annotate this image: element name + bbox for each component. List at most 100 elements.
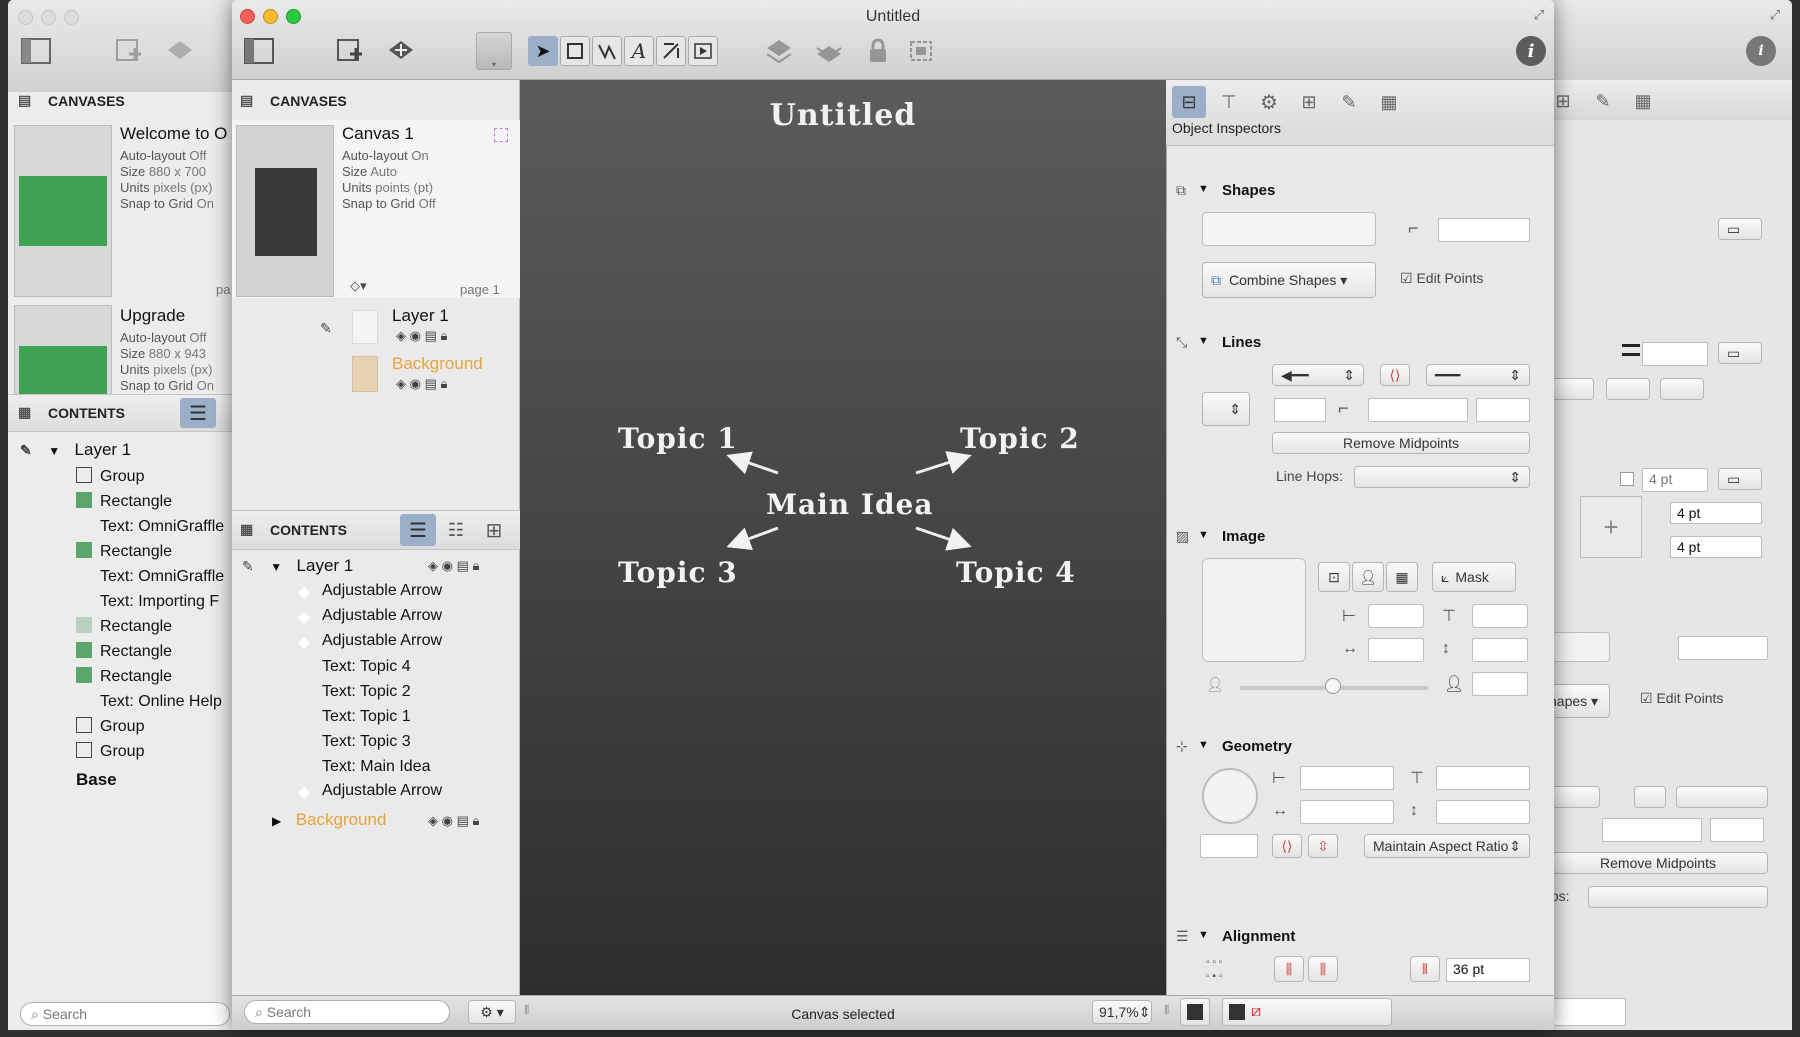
image-tile-button[interactable]: ▦ — [1386, 562, 1418, 592]
image-scale-field[interactable] — [1472, 672, 1528, 696]
shapes-disclosure-icon[interactable]: ▼ — [1198, 183, 1209, 195]
image-disclosure-icon[interactable]: ▼ — [1198, 529, 1209, 541]
contents-layer-row[interactable]: ✎ ▼ Layer 1 — [242, 556, 353, 576]
back-plus-box[interactable]: + — [1580, 496, 1642, 558]
back-list-view-icon[interactable]: ☰ — [180, 398, 216, 428]
list-view-button[interactable]: ☰ — [400, 514, 436, 546]
back-remove-midpoints-button[interactable]: Remove Midpoints — [1548, 852, 1768, 874]
contents-list-item[interactable]: ◆ Adjustable Arrow — [298, 632, 442, 651]
disclosure-triangle-icon[interactable]: ▼ — [48, 444, 60, 458]
background-layer-row[interactable]: ▶ Background — [272, 810, 386, 830]
back-shadow-checkbox[interactable] — [1620, 472, 1634, 486]
contents-list-item[interactable]: Text: Main Idea — [298, 757, 431, 776]
back-list-item[interactable]: Rectangle — [76, 642, 172, 661]
back-canvas-thumb-1[interactable] — [14, 125, 112, 297]
stroke-color-well[interactable]: ⧄ — [1222, 998, 1392, 1026]
inspector-resize-handle-icon[interactable]: ⦀ — [1164, 1003, 1169, 1018]
aspect-ratio-popup[interactable]: Maintain Aspect Ratio ⇕ — [1364, 834, 1530, 858]
back-canvas-thumb-2[interactable] — [14, 305, 112, 396]
back-list-item[interactable]: Rectangle — [76, 492, 172, 511]
back-list-item[interactable]: Text: OmniGraffle — [76, 517, 224, 536]
back-list-item[interactable]: Rectangle — [76, 667, 172, 686]
disclosure-triangle-icon[interactable]: ▶ — [272, 814, 281, 828]
shape-tool-icon[interactable] — [560, 36, 590, 66]
x-position-field[interactable] — [1300, 766, 1394, 790]
background-layer-controls[interactable]: ◈ ◉ ▤ 🔒︎ — [396, 376, 447, 392]
remove-midpoints-button[interactable]: Remove Midpoints — [1272, 432, 1530, 454]
arrow-to-topic-2[interactable] — [915, 451, 972, 475]
sidebar-action-gear-button[interactable]: ⚙ ▾ — [468, 1000, 516, 1024]
inspector-tab-grid-icon[interactable]: ▦ — [1372, 86, 1406, 118]
info-icon[interactable]: i — [1516, 36, 1546, 66]
back-field[interactable] — [1710, 818, 1764, 842]
disclosure-triangle-icon[interactable]: ▼ — [270, 560, 282, 574]
back-popup[interactable] — [1660, 378, 1704, 400]
contents-list-item[interactable]: Text: Topic 3 — [298, 732, 411, 751]
send-back-icon[interactable] — [812, 36, 846, 66]
topic-3-text[interactable]: Topic 3 — [618, 556, 738, 589]
arrow-to-topic-4[interactable] — [915, 526, 972, 551]
zoom-stepper[interactable]: 91,7% ⇕ — [1092, 1000, 1152, 1024]
rotation-dial[interactable] — [1202, 768, 1258, 824]
combine-shapes-button[interactable]: ⧉ Combine Shapes ▾ — [1202, 262, 1376, 298]
topic-4-text[interactable]: Topic 4 — [956, 556, 1076, 589]
corner-radius-field[interactable] — [1438, 218, 1530, 242]
line-tool-icon[interactable] — [592, 36, 622, 66]
layer-1-name[interactable]: Layer 1 — [392, 306, 449, 326]
back-stroke-style-popup[interactable]: ▭ — [1718, 342, 1762, 364]
back-popup[interactable] — [1634, 786, 1666, 808]
back-zoom-button[interactable] — [64, 10, 79, 25]
back-list-item[interactable]: Group — [76, 742, 144, 761]
arrow-to-topic-3[interactable] — [726, 526, 779, 551]
back-inspector-tab-icon[interactable]: ▦ — [1630, 88, 1656, 114]
distribute-horizontal-button[interactable]: ⫼ — [1274, 956, 1304, 982]
back-popup[interactable] — [1606, 378, 1650, 400]
fullscreen-icon[interactable]: ⤢ — [1530, 6, 1548, 24]
back-fullscreen-icon[interactable]: ⤢ — [1766, 6, 1784, 24]
image-stretch-button[interactable]: 👤︎ — [1352, 562, 1384, 592]
back-stroke-popup[interactable]: ▭ — [1718, 218, 1762, 240]
flip-horizontal-button[interactable]: ⟨⟩ — [1272, 834, 1302, 858]
browse-tool-icon[interactable] — [688, 36, 718, 66]
back-close-button[interactable] — [18, 10, 33, 25]
image-scale-slider-thumb[interactable] — [1325, 678, 1341, 694]
sidebar-toggle-icon[interactable] — [242, 36, 276, 66]
edit-points-checkbox[interactable]: ☑ Edit Points — [1400, 270, 1483, 287]
back-add-layer-icon[interactable] — [163, 36, 197, 66]
image-well[interactable] — [1202, 558, 1306, 662]
add-canvas-icon[interactable] — [334, 36, 368, 66]
alignment-grid-icon[interactable]: ▫ ▫ ▫ ▫ ▪ ▫ — [1206, 956, 1222, 984]
sidebar-search-field[interactable]: ⌕ Search — [244, 1000, 450, 1024]
inspector-tab-document-icon[interactable]: ✎ — [1332, 86, 1366, 118]
geometry-disclosure-icon[interactable]: ▼ — [1198, 739, 1209, 751]
back-search-field[interactable]: ⌕ Search — [20, 1002, 230, 1026]
back-offset-field[interactable]: 4 pt — [1670, 502, 1762, 524]
add-layer-icon[interactable] — [384, 36, 418, 66]
back-base-layer[interactable]: Base — [76, 770, 117, 790]
distribute-vertical-button[interactable]: ⫼ — [1308, 956, 1338, 982]
main-idea-text[interactable]: Main Idea — [766, 488, 934, 521]
inspector-tab-text-icon[interactable]: ⊤ — [1212, 86, 1246, 118]
style-well-button[interactable]: ▾ — [476, 32, 512, 70]
back-minimize-button[interactable] — [41, 10, 56, 25]
line-type-popup[interactable]: ⇕ — [1202, 392, 1250, 426]
back-list-item[interactable]: Group — [76, 467, 144, 486]
image-natural-size-button[interactable]: ⊡ — [1318, 562, 1350, 592]
contents-list-item[interactable]: Text: Topic 1 — [298, 707, 411, 726]
back-inspector-tab-icon[interactable]: ✎ — [1590, 88, 1616, 114]
back-add-canvas-icon[interactable] — [113, 36, 147, 66]
contents-list-item[interactable]: Text: Topic 2 — [298, 682, 411, 701]
bring-front-icon[interactable] — [762, 36, 796, 66]
contents-list-item[interactable]: ◆ Adjustable Arrow — [298, 782, 442, 801]
back-hops-popup[interactable] — [1588, 886, 1768, 908]
spacing-icon[interactable]: ⦀ — [1410, 956, 1440, 982]
layers-toggle-icon[interactable]: ◇▾ — [350, 278, 367, 294]
back-stroke-width-field[interactable] — [1642, 342, 1708, 366]
back-field[interactable] — [1602, 818, 1702, 842]
back-popup[interactable] — [1676, 786, 1768, 808]
topic-2-text[interactable]: Topic 2 — [960, 422, 1080, 455]
back-list-item[interactable]: Rectangle — [76, 542, 172, 561]
back-sidebar-toggle-icon[interactable] — [20, 36, 52, 66]
back-popup[interactable] — [1550, 378, 1594, 400]
outline-view-button[interactable]: ☷ — [438, 514, 474, 546]
